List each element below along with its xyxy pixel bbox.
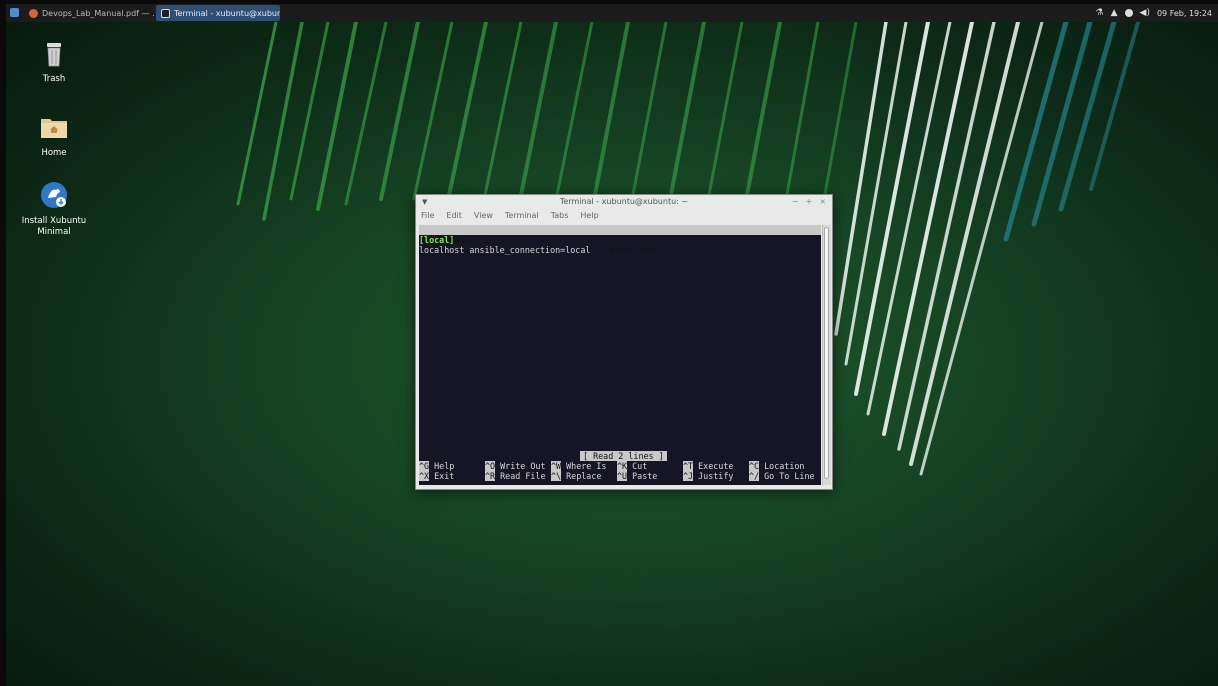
desktop-icon-label: Trash <box>42 74 66 84</box>
menu-edit[interactable]: Edit <box>446 209 462 222</box>
menu-file[interactable]: File <box>421 209 434 222</box>
desktop-icon-label: Home <box>41 148 67 158</box>
notification-bell-icon[interactable]: ▲ <box>1111 8 1118 18</box>
terminal-screen[interactable]: GNU nano 7.2 hosts.ini [local] localhost… <box>419 225 821 485</box>
desktop-icon-home[interactable]: Home <box>19 112 89 159</box>
nano-filename: hosts.ini <box>610 245 656 255</box>
editor-line[interactable]: localhost ansible_connection=local <box>419 245 590 255</box>
network-icon[interactable]: ⚗ <box>1096 8 1104 18</box>
trash-icon <box>39 38 69 68</box>
home-folder-icon <box>39 112 69 142</box>
desktop-background: Devops_Lab_Manual.pdf — ... Terminal - x… <box>6 4 1218 686</box>
terminal-window[interactable]: ▼ Terminal - xubuntu@xubuntu: ~ − + × Fi… <box>415 194 833 490</box>
nano-status-message: [ Read 2 lines ] <box>580 451 667 461</box>
desktop-icon-label: Install Xubuntu Minimal <box>21 216 87 237</box>
scrollbar-thumb[interactable] <box>824 227 829 479</box>
menu-terminal[interactable]: Terminal <box>505 209 539 222</box>
shortcut-exit[interactable]: ^X Exit <box>419 471 454 481</box>
shortcut-cut[interactable]: ^K Cut <box>617 461 647 471</box>
power-icon[interactable] <box>1124 9 1133 17</box>
menu-help[interactable]: Help <box>580 209 598 222</box>
top-panel: Devops_Lab_Manual.pdf — ... Terminal - x… <box>6 4 1218 22</box>
shortcut-help[interactable]: ^G Help <box>419 461 454 471</box>
terminal-menubar: File Edit View Terminal Tabs Help <box>416 209 832 222</box>
maximize-button[interactable]: + <box>806 195 813 209</box>
menu-view[interactable]: View <box>474 209 493 222</box>
taskbar-item-label: Terminal - xubuntu@xubunt... <box>174 8 280 18</box>
desktop-icon-installer[interactable]: Install Xubuntu Minimal <box>14 180 94 238</box>
desktop-icon-trash[interactable]: Trash <box>19 38 89 85</box>
menu-tabs[interactable]: Tabs <box>551 209 569 222</box>
terminal-icon <box>161 8 170 18</box>
window-menu-icon[interactable]: ▼ <box>422 195 427 209</box>
terminal-scrollbar[interactable] <box>822 225 831 485</box>
taskbar-item-label: Devops_Lab_Manual.pdf — ... <box>42 8 154 18</box>
taskbar-item-pdf[interactable]: Devops_Lab_Manual.pdf — ... <box>24 5 154 21</box>
clock[interactable]: 09 Feb, 19:24 <box>1157 9 1212 18</box>
system-tray: ⚗ ▲ ◀) 09 Feb, 19:24 <box>1096 4 1212 22</box>
terminal-titlebar[interactable]: ▼ Terminal - xubuntu@xubuntu: ~ − + × <box>416 195 832 209</box>
volume-icon[interactable]: ◀) <box>1140 8 1150 18</box>
shortcut-read-file[interactable]: ^R Read File <box>485 471 546 481</box>
applications-menu-icon[interactable] <box>10 8 19 17</box>
minimize-button[interactable]: − <box>792 195 799 209</box>
installer-icon <box>39 180 69 210</box>
nano-header: GNU nano 7.2 hosts.ini <box>419 225 821 255</box>
shortcut-paste[interactable]: ^U Paste <box>617 471 657 481</box>
document-viewer-icon <box>29 8 38 18</box>
shortcut-replace[interactable]: ^\ Replace <box>551 471 601 481</box>
shortcut-execute[interactable]: ^T Execute <box>683 461 733 471</box>
close-button[interactable]: × <box>819 195 826 209</box>
taskbar-item-terminal[interactable]: Terminal - xubuntu@xubunt... <box>156 5 280 21</box>
editor-line[interactable]: [local] <box>419 235 454 245</box>
shortcut-go-to-line[interactable]: ^/ Go To Line <box>749 471 815 481</box>
shortcut-where-is[interactable]: ^W Where Is <box>551 461 606 471</box>
shortcut-justify[interactable]: ^J Justify <box>683 471 733 481</box>
window-title: Terminal - xubuntu@xubuntu: ~ <box>559 197 689 206</box>
shortcut-write-out[interactable]: ^O Write Out <box>485 461 546 471</box>
shortcut-location[interactable]: ^C Location <box>749 461 804 471</box>
